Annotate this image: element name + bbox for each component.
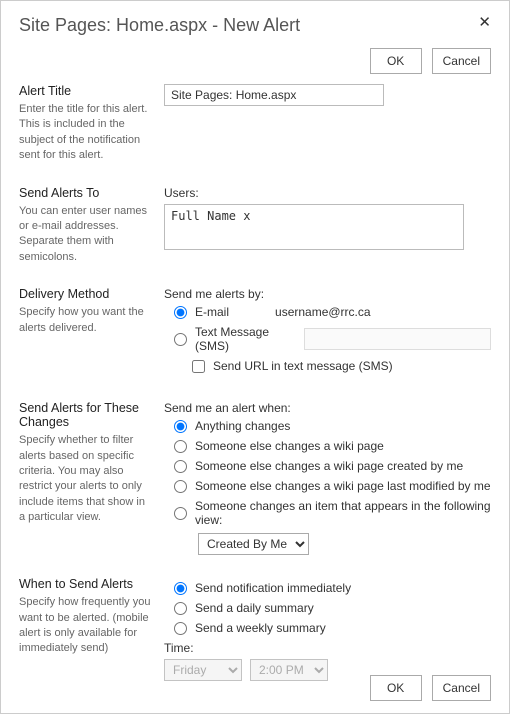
alert-title-heading: Alert Title [19, 84, 152, 98]
when-opt3-label: Send a weekly summary [195, 621, 326, 635]
changes-opt2-label: Someone else changes a wiki page [195, 439, 384, 453]
delivery-sms-label: Text Message (SMS) [195, 325, 298, 353]
users-input[interactable]: Full Name x [164, 204, 464, 250]
dialog-title: Site Pages: Home.aspx - New Alert [19, 15, 300, 36]
ok-button-bottom[interactable]: OK [370, 675, 422, 701]
time-hour-select[interactable]: 2:00 PM [250, 659, 328, 681]
section-delivery: Delivery Method Specify how you want the… [19, 287, 491, 379]
cancel-button-bottom[interactable]: Cancel [432, 675, 491, 701]
changes-opt1-radio[interactable] [174, 420, 187, 433]
section-changes: Send Alerts for These Changes Specify wh… [19, 401, 491, 555]
top-button-row: OK Cancel [1, 44, 509, 84]
delivery-heading: Delivery Method [19, 287, 152, 301]
bottom-button-row: OK Cancel [352, 669, 509, 713]
dialog-header: Site Pages: Home.aspx - New Alert ✕ [1, 1, 509, 44]
changes-opt5-label: Someone changes an item that appears in … [195, 499, 491, 527]
ok-button[interactable]: OK [370, 48, 422, 74]
changes-label: Send me an alert when: [164, 401, 491, 415]
close-icon[interactable]: ✕ [478, 15, 491, 30]
delivery-label: Send me alerts by: [164, 287, 491, 301]
delivery-desc: Specify how you want the alerts delivere… [19, 305, 152, 336]
delivery-sms-input[interactable] [304, 328, 491, 350]
users-label: Users: [164, 186, 491, 200]
delivery-send-url-checkbox[interactable] [192, 360, 205, 373]
section-send-to: Send Alerts To You can enter user names … [19, 186, 491, 266]
section-alert-title: Alert Title Enter the title for this ale… [19, 84, 491, 164]
send-to-desc: You can enter user names or e-mail addre… [19, 204, 152, 266]
when-opt2-label: Send a daily summary [195, 601, 314, 615]
dialog-content: Alert Title Enter the title for this ale… [1, 84, 509, 703]
changes-opt3-label: Someone else changes a wiki page created… [195, 459, 463, 473]
alert-title-input[interactable] [164, 84, 384, 106]
changes-desc: Specify whether to filter alerts based o… [19, 433, 152, 525]
delivery-send-url-label: Send URL in text message (SMS) [213, 359, 393, 373]
when-desc: Specify how frequently you want to be al… [19, 595, 152, 657]
delivery-email-label: E-mail [195, 305, 229, 319]
changes-view-select[interactable]: Created By Me [198, 533, 309, 555]
when-heading: When to Send Alerts [19, 577, 152, 591]
time-label: Time: [164, 641, 491, 655]
changes-heading: Send Alerts for These Changes [19, 401, 152, 429]
new-alert-dialog: Site Pages: Home.aspx - New Alert ✕ OK C… [0, 0, 510, 714]
alert-title-desc: Enter the title for this alert. This is … [19, 102, 152, 164]
section-when: When to Send Alerts Specify how frequent… [19, 577, 491, 681]
changes-opt4-label: Someone else changes a wiki page last mo… [195, 479, 491, 493]
time-day-select[interactable]: Friday [164, 659, 242, 681]
when-opt2-radio[interactable] [174, 602, 187, 615]
changes-opt3-radio[interactable] [174, 460, 187, 473]
send-to-heading: Send Alerts To [19, 186, 152, 200]
cancel-button[interactable]: Cancel [432, 48, 491, 74]
when-opt1-radio[interactable] [174, 582, 187, 595]
changes-opt1-label: Anything changes [195, 419, 290, 433]
changes-opt2-radio[interactable] [174, 440, 187, 453]
delivery-email-radio[interactable] [174, 306, 187, 319]
when-opt1-label: Send notification immediately [195, 581, 351, 595]
when-opt3-radio[interactable] [174, 622, 187, 635]
changes-opt4-radio[interactable] [174, 480, 187, 493]
delivery-sms-radio[interactable] [174, 333, 187, 346]
changes-opt5-radio[interactable] [174, 507, 187, 520]
delivery-email-value: username@rrc.ca [275, 305, 371, 319]
